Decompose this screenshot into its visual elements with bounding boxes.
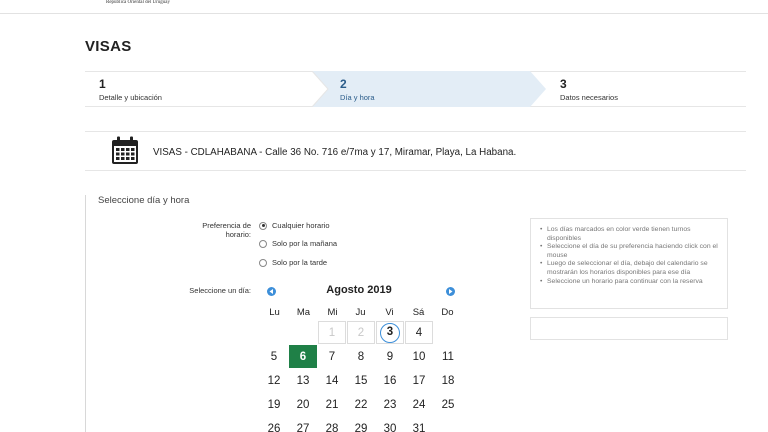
calendar-grid: 1 2 3 4 5 6 7 8 9 10 11 12 13 14 15 16 17 18 19 20 21 22 23 24 2… — [260, 321, 547, 432]
calendar-day[interactable]: 3 — [376, 321, 404, 344]
next-month-button[interactable] — [446, 287, 455, 296]
info-item: Seleccione un horario para continuar con… — [540, 278, 719, 287]
weekday-header: Do — [441, 307, 454, 318]
step-2: 2 Día y hora — [340, 77, 375, 102]
calendar-day[interactable]: 27 — [289, 417, 317, 432]
weekday-header: Ma — [296, 307, 311, 318]
step-number: 2 — [340, 77, 347, 91]
calendar-day[interactable]: 4 — [405, 321, 433, 344]
radio-afternoon[interactable]: Solo por la tarde — [259, 258, 327, 267]
prev-month-button[interactable] — [267, 287, 276, 296]
radio-any-time[interactable]: Cualquier horario — [259, 221, 330, 230]
radio-label: Cualquier horario — [272, 221, 330, 230]
calendar-day: 1 — [318, 321, 346, 344]
preference-label: Preferencia de horario: — [202, 221, 251, 239]
calendar-day[interactable]: 12 — [260, 369, 288, 392]
org-name: República Oriental del Uruguay — [106, 0, 171, 5]
weekday-header: Ju — [355, 307, 366, 318]
calendar-day[interactable]: 30 — [376, 417, 404, 432]
calendar-day[interactable]: 7 — [318, 345, 346, 368]
time-slots-box — [530, 317, 728, 340]
calendar-day[interactable]: 22 — [347, 393, 375, 416]
step-label: Detalle y ubicación — [99, 93, 162, 102]
calendar-day[interactable]: 28 — [318, 417, 346, 432]
calendar-day[interactable]: 23 — [376, 393, 404, 416]
chevron-left-icon — [269, 289, 273, 294]
calendar-day: 2 — [347, 321, 375, 344]
day-label: Seleccione un día: — [189, 286, 251, 295]
header-divider — [0, 13, 768, 14]
calendar-day[interactable]: 10 — [405, 345, 433, 368]
calendar-day[interactable]: 20 — [289, 393, 317, 416]
calendar-day[interactable]: 31 — [405, 417, 433, 432]
step-3: 3 Datos necesarios — [560, 77, 618, 102]
step-label: Datos necesarios — [560, 93, 618, 102]
weekday-header: Sá — [412, 307, 425, 318]
chevron-right-icon — [449, 289, 453, 294]
weekday-header: Vi — [385, 307, 394, 318]
step-number: 3 — [560, 77, 567, 91]
radio-label: Solo por la mañana — [272, 239, 338, 248]
calendar-day[interactable]: 11 — [434, 345, 462, 368]
calendar-day[interactable]: 18 — [434, 369, 462, 392]
step-label: Día y hora — [340, 93, 375, 102]
weekday-header: Lu — [269, 307, 280, 318]
radio-button[interactable] — [259, 239, 267, 248]
calendar-day[interactable]: 14 — [318, 369, 346, 392]
calendar-day[interactable]: 19 — [260, 393, 288, 416]
date-time-section: Seleccione día y hora Preferencia de hor… — [85, 195, 525, 432]
info-item: Luego de seleccionar el día, debajo del … — [540, 260, 719, 277]
weekday-header: Mi — [327, 307, 338, 318]
radio-label: Solo por la tarde — [272, 258, 328, 267]
calendar-day[interactable]: 6 — [289, 345, 317, 368]
calendar-day[interactable]: 21 — [318, 393, 346, 416]
calendar-icon — [112, 136, 138, 164]
calendar-day[interactable]: 29 — [347, 417, 375, 432]
location-panel: VISAS - CDLAHABANA - Calle 36 No. 716 e/… — [85, 131, 746, 171]
info-item: Seleccione el día de su preferencia haci… — [540, 243, 719, 260]
calendar-day[interactable]: 25 — [434, 393, 462, 416]
step-1: 1 Detalle y ubicación — [99, 77, 162, 102]
radio-button[interactable] — [259, 258, 267, 267]
calendar-day[interactable]: 13 — [289, 369, 317, 392]
step-number: 1 — [99, 77, 106, 91]
page-title: VISAS — [85, 38, 132, 55]
calendar-day[interactable]: 9 — [376, 345, 404, 368]
info-item: Los días marcados en color verde tienen … — [540, 226, 719, 243]
calendar-day[interactable]: 16 — [376, 369, 404, 392]
radio-morning[interactable]: Solo por la mañana — [259, 239, 337, 248]
radio-button[interactable] — [259, 221, 267, 230]
calendar-day[interactable]: 15 — [347, 369, 375, 392]
calendar-day[interactable]: 8 — [347, 345, 375, 368]
calendar-day[interactable]: 26 — [260, 417, 288, 432]
calendar-day[interactable]: 17 — [405, 369, 433, 392]
location-text: VISAS - CDLAHABANA - Calle 36 No. 716 e/… — [153, 147, 517, 158]
info-panel: Los días marcados en color verde tienen … — [530, 218, 728, 309]
month-title: Agosto 2019 — [326, 284, 392, 296]
calendar-day[interactable]: 24 — [405, 393, 433, 416]
active-step-highlight — [311, 71, 546, 107]
calendar-day[interactable]: 5 — [260, 345, 288, 368]
section-title: Seleccione día y hora — [98, 195, 190, 206]
step-progress: 1 Detalle y ubicación 2 Día y hora 3 Dat… — [85, 71, 746, 107]
